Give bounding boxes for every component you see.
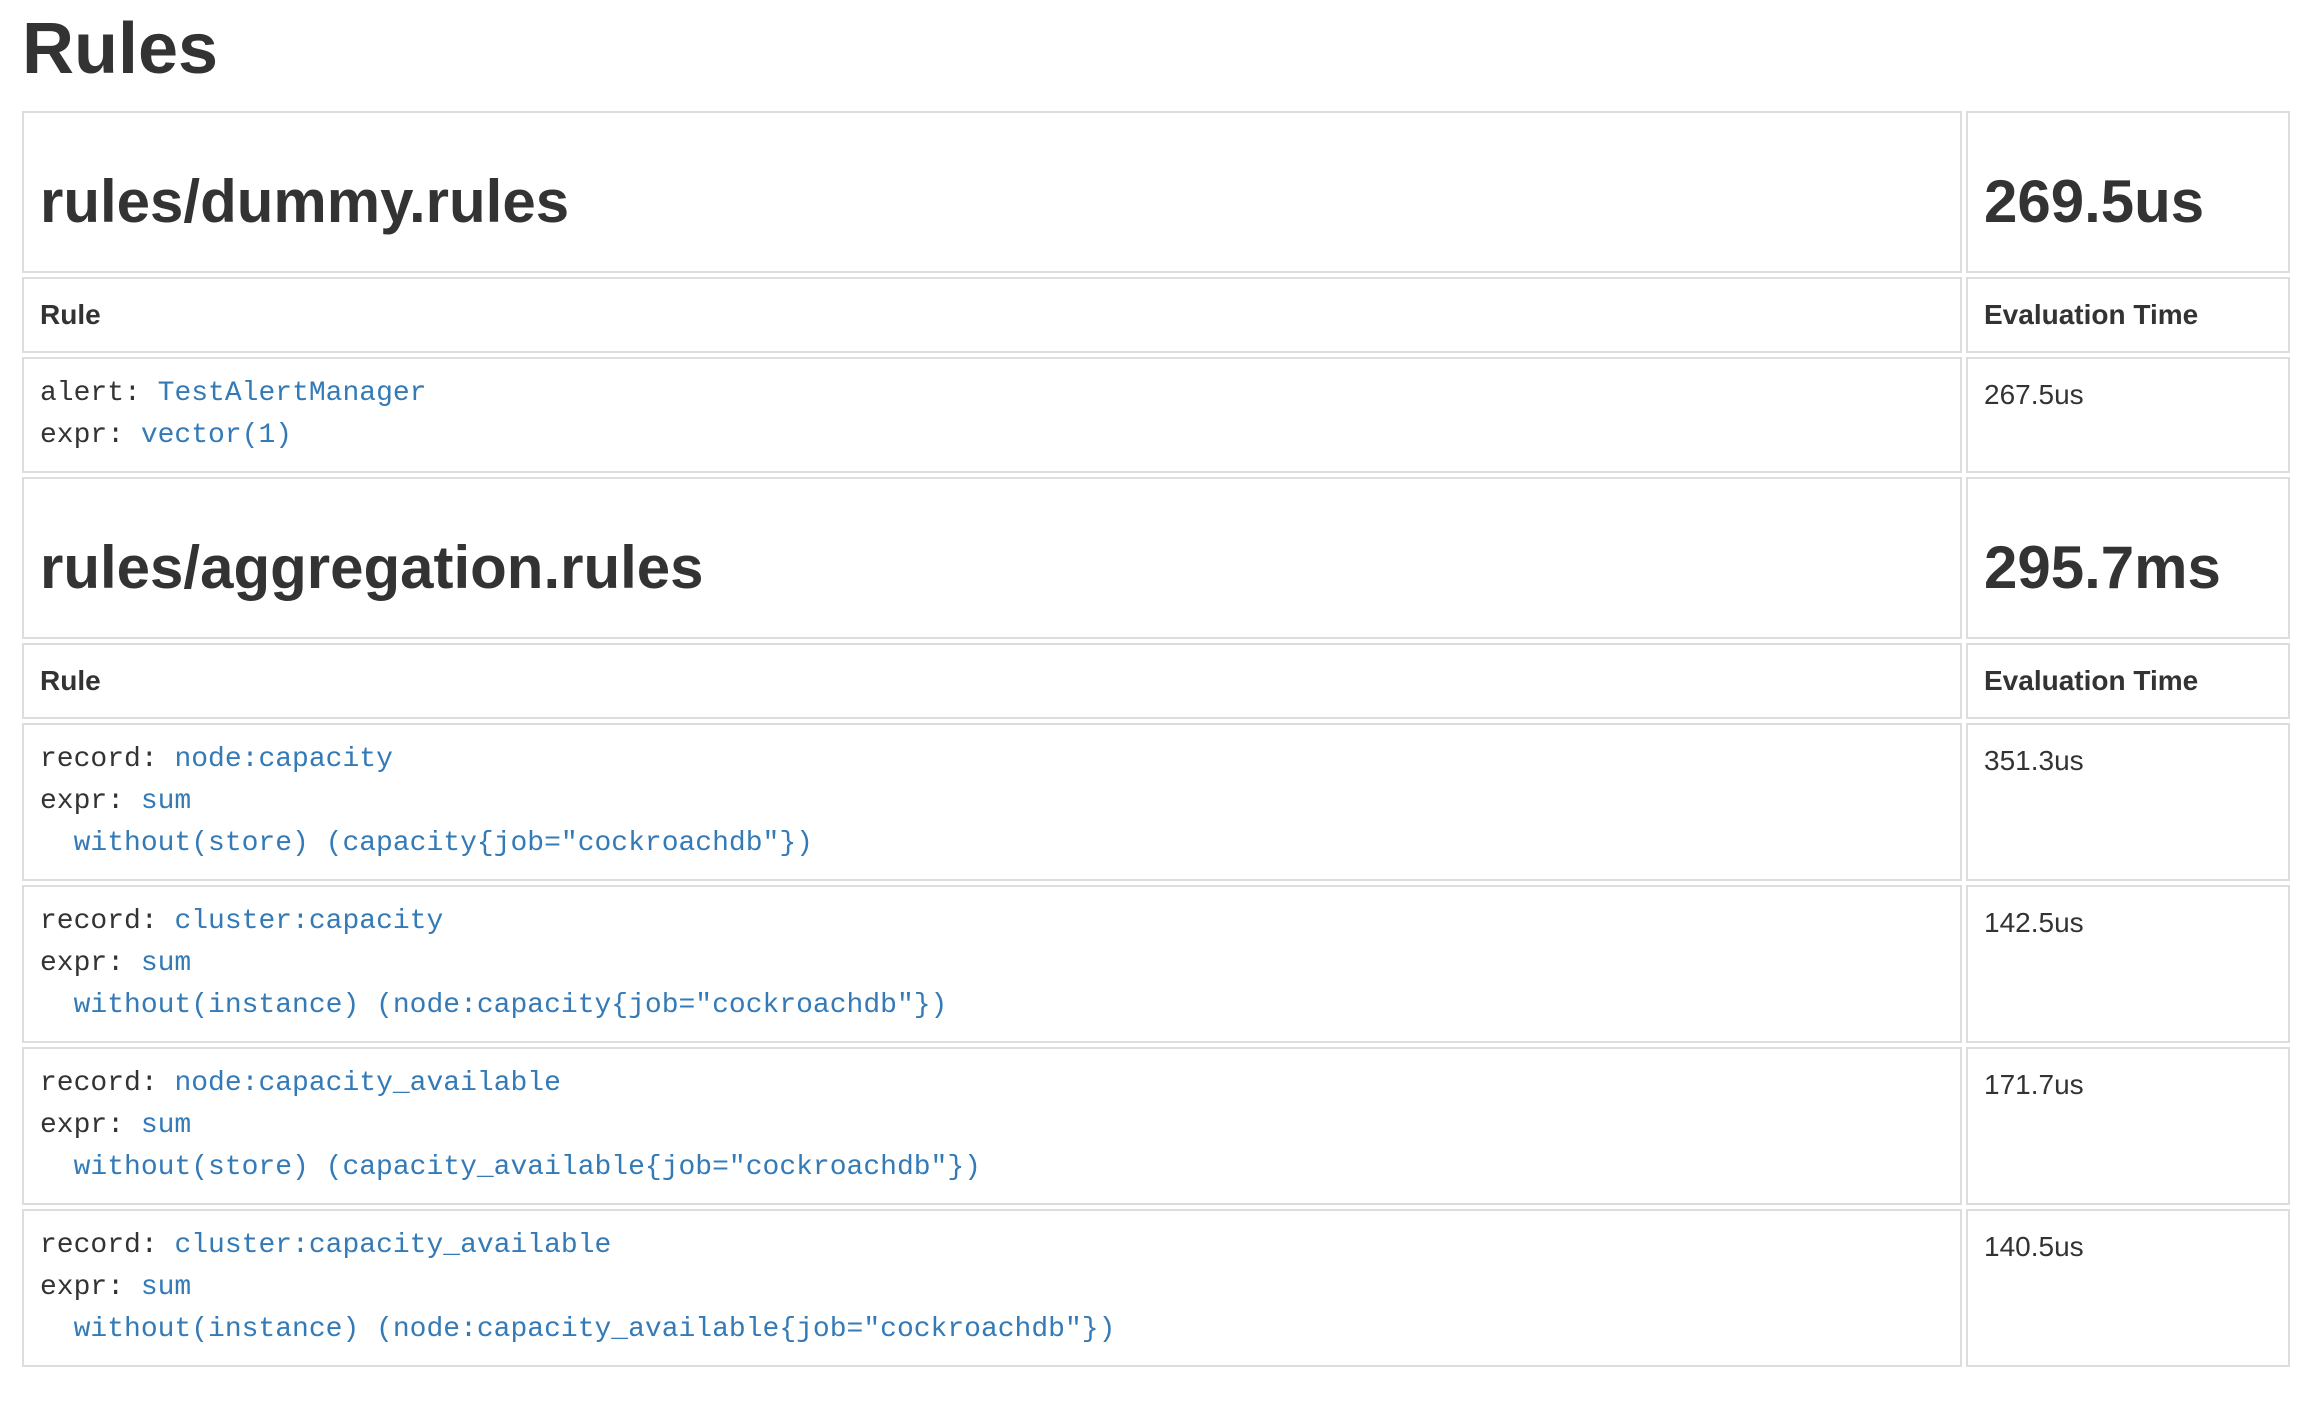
rule-evaluation-time: 267.5us: [1966, 357, 2290, 473]
rule-definition: alert: TestAlertManager expr: vector(1): [40, 373, 1944, 457]
group-time-cell: 269.5us: [1966, 111, 2290, 273]
rules-table: rules/dummy.rules 269.5us Rule Evaluatio…: [18, 107, 2294, 1371]
rule-name-link[interactable]: cluster:capacity: [174, 906, 443, 937]
rule-name-link[interactable]: cluster:capacity_available: [174, 1230, 611, 1261]
column-header-row: Rule Evaluation Time: [22, 277, 2290, 353]
rule-expr-link[interactable]: sum without(store) (capacity_available{j…: [40, 1110, 981, 1183]
rule-row: record: cluster:capacity_available expr:…: [22, 1209, 2290, 1367]
rule-row: alert: TestAlertManager expr: vector(1) …: [22, 357, 2290, 473]
rule-row: record: node:capacity_available expr: su…: [22, 1047, 2290, 1205]
rule-definition: record: node:capacity expr: sum without(…: [40, 739, 1944, 865]
rule-cell: record: node:capacity_available expr: su…: [22, 1047, 1962, 1205]
evaluation-time-column-header: Evaluation Time: [1966, 643, 2290, 719]
rule-kind-label: record:: [40, 1230, 158, 1261]
rule-expr-link[interactable]: sum without(instance) (node:capacity_ava…: [40, 1272, 1115, 1345]
rule-expr-label: expr:: [40, 420, 124, 451]
rule-expr-link[interactable]: sum without(instance) (node:capacity{job…: [40, 948, 947, 1021]
rule-name-link[interactable]: TestAlertManager: [158, 378, 427, 409]
group-file-name: rules/dummy.rules: [40, 169, 1944, 235]
rule-definition: record: node:capacity_available expr: su…: [40, 1063, 1944, 1189]
group-file-cell: rules/dummy.rules: [22, 111, 1962, 273]
rule-expr-label: expr:: [40, 786, 124, 817]
rule-kind-label: record:: [40, 1068, 158, 1099]
rules-page: Rules rules/dummy.rules 269.5us Rule Eva…: [0, 10, 2316, 1411]
group-total-evaluation-time: 269.5us: [1984, 169, 2272, 235]
group-header-row: rules/aggregation.rules 295.7ms: [22, 477, 2290, 639]
page-title: Rules: [22, 10, 2294, 89]
group-header-row: rules/dummy.rules 269.5us: [22, 111, 2290, 273]
rules-table-body: rules/dummy.rules 269.5us Rule Evaluatio…: [22, 111, 2290, 1367]
rule-expr-label: expr:: [40, 1110, 124, 1141]
rule-expr-label: expr:: [40, 1272, 124, 1303]
rule-cell: record: node:capacity expr: sum without(…: [22, 723, 1962, 881]
evaluation-time-column-header: Evaluation Time: [1966, 277, 2290, 353]
group-time-cell: 295.7ms: [1966, 477, 2290, 639]
rule-row: record: cluster:capacity expr: sum witho…: [22, 885, 2290, 1043]
rule-cell: record: cluster:capacity expr: sum witho…: [22, 885, 1962, 1043]
rule-expr-label: expr:: [40, 948, 124, 979]
rule-expr-link[interactable]: vector(1): [141, 420, 292, 451]
group-file-cell: rules/aggregation.rules: [22, 477, 1962, 639]
rule-column-header: Rule: [22, 277, 1962, 353]
group-total-evaluation-time: 295.7ms: [1984, 535, 2272, 601]
rule-evaluation-time: 171.7us: [1966, 1047, 2290, 1205]
rule-cell: alert: TestAlertManager expr: vector(1): [22, 357, 1962, 473]
rule-evaluation-time: 351.3us: [1966, 723, 2290, 881]
rule-definition: record: cluster:capacity_available expr:…: [40, 1225, 1944, 1351]
rule-name-link[interactable]: node:capacity: [174, 744, 392, 775]
rule-name-link[interactable]: node:capacity_available: [174, 1068, 560, 1099]
group-file-name: rules/aggregation.rules: [40, 535, 1944, 601]
rule-column-header: Rule: [22, 643, 1962, 719]
rule-row: record: node:capacity expr: sum without(…: [22, 723, 2290, 881]
rule-evaluation-time: 142.5us: [1966, 885, 2290, 1043]
column-header-row: Rule Evaluation Time: [22, 643, 2290, 719]
rule-evaluation-time: 140.5us: [1966, 1209, 2290, 1367]
rule-kind-label: record:: [40, 744, 158, 775]
rule-expr-link[interactable]: sum without(store) (capacity{job="cockro…: [40, 786, 813, 859]
rule-cell: record: cluster:capacity_available expr:…: [22, 1209, 1962, 1367]
rule-kind-label: record:: [40, 906, 158, 937]
rule-definition: record: cluster:capacity expr: sum witho…: [40, 901, 1944, 1027]
rule-kind-label: alert:: [40, 378, 141, 409]
